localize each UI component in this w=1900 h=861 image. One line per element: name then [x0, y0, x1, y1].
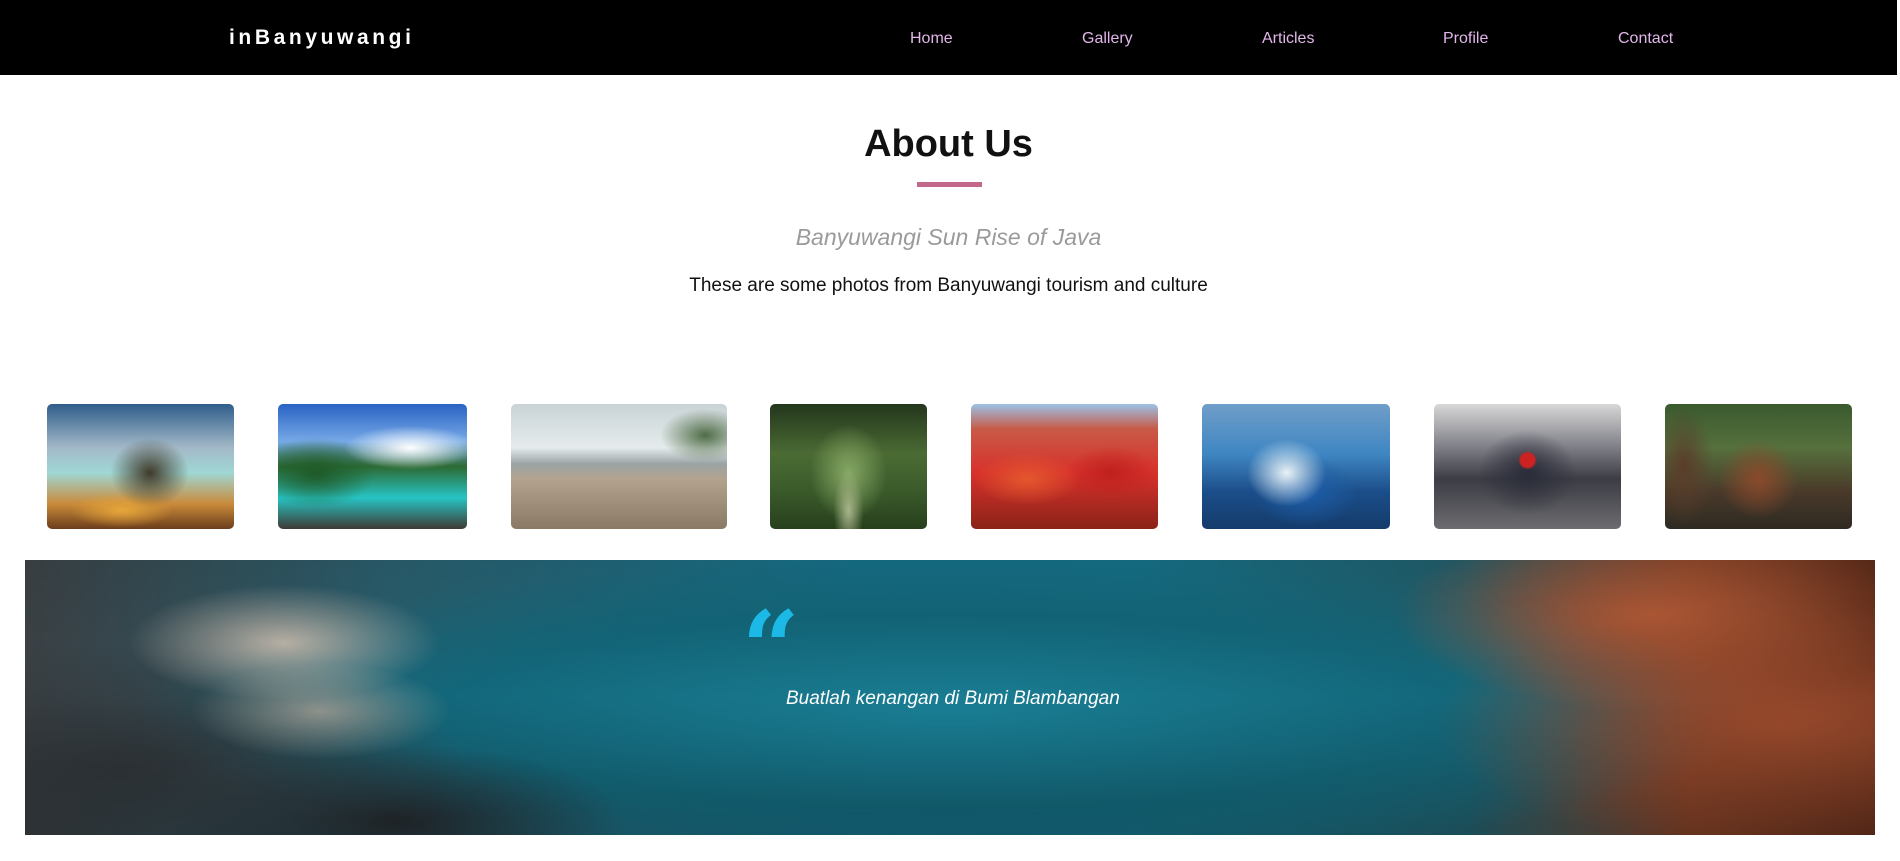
gallery-thumb-surfing-wave[interactable] [1202, 404, 1390, 529]
nav-link-articles[interactable]: Articles [1262, 29, 1314, 49]
gallery-thumb-dancers-festival[interactable] [971, 404, 1158, 529]
gallery-thumb-temple-forest[interactable] [1665, 404, 1852, 529]
quote-mark-icon: “ [742, 589, 800, 707]
nav-link-gallery[interactable]: Gallery [1082, 29, 1133, 49]
title-underline [917, 182, 982, 187]
quote-banner: “ Buatlah kenangan di Bumi Blambangan [25, 560, 1875, 835]
gallery-thumb-turtle-beach[interactable] [511, 404, 727, 529]
about-subtitle: Banyuwangi Sun Rise of Java [795, 224, 1102, 250]
gallery-thumb-tree-tunnel[interactable] [770, 404, 927, 529]
about-title: About Us [864, 123, 1033, 165]
nav-link-home[interactable]: Home [910, 29, 953, 49]
quote-text: Buatlah kenangan di Bumi Blambangan [786, 688, 1120, 709]
brand-logo[interactable]: inBanyuwangi [229, 24, 415, 52]
about-description: These are some photos from Banyuwangi to… [689, 275, 1208, 296]
gallery-thumb-barong-mask[interactable] [1434, 404, 1621, 529]
gallery-thumb-turquoise-bay[interactable] [278, 404, 467, 529]
top-navbar: inBanyuwangi Home Gallery Articles Profi… [0, 0, 1900, 75]
gallery-thumb-rocky-beach[interactable] [47, 404, 234, 529]
nav-link-profile[interactable]: Profile [1443, 29, 1488, 49]
nav-link-contact[interactable]: Contact [1618, 29, 1673, 49]
